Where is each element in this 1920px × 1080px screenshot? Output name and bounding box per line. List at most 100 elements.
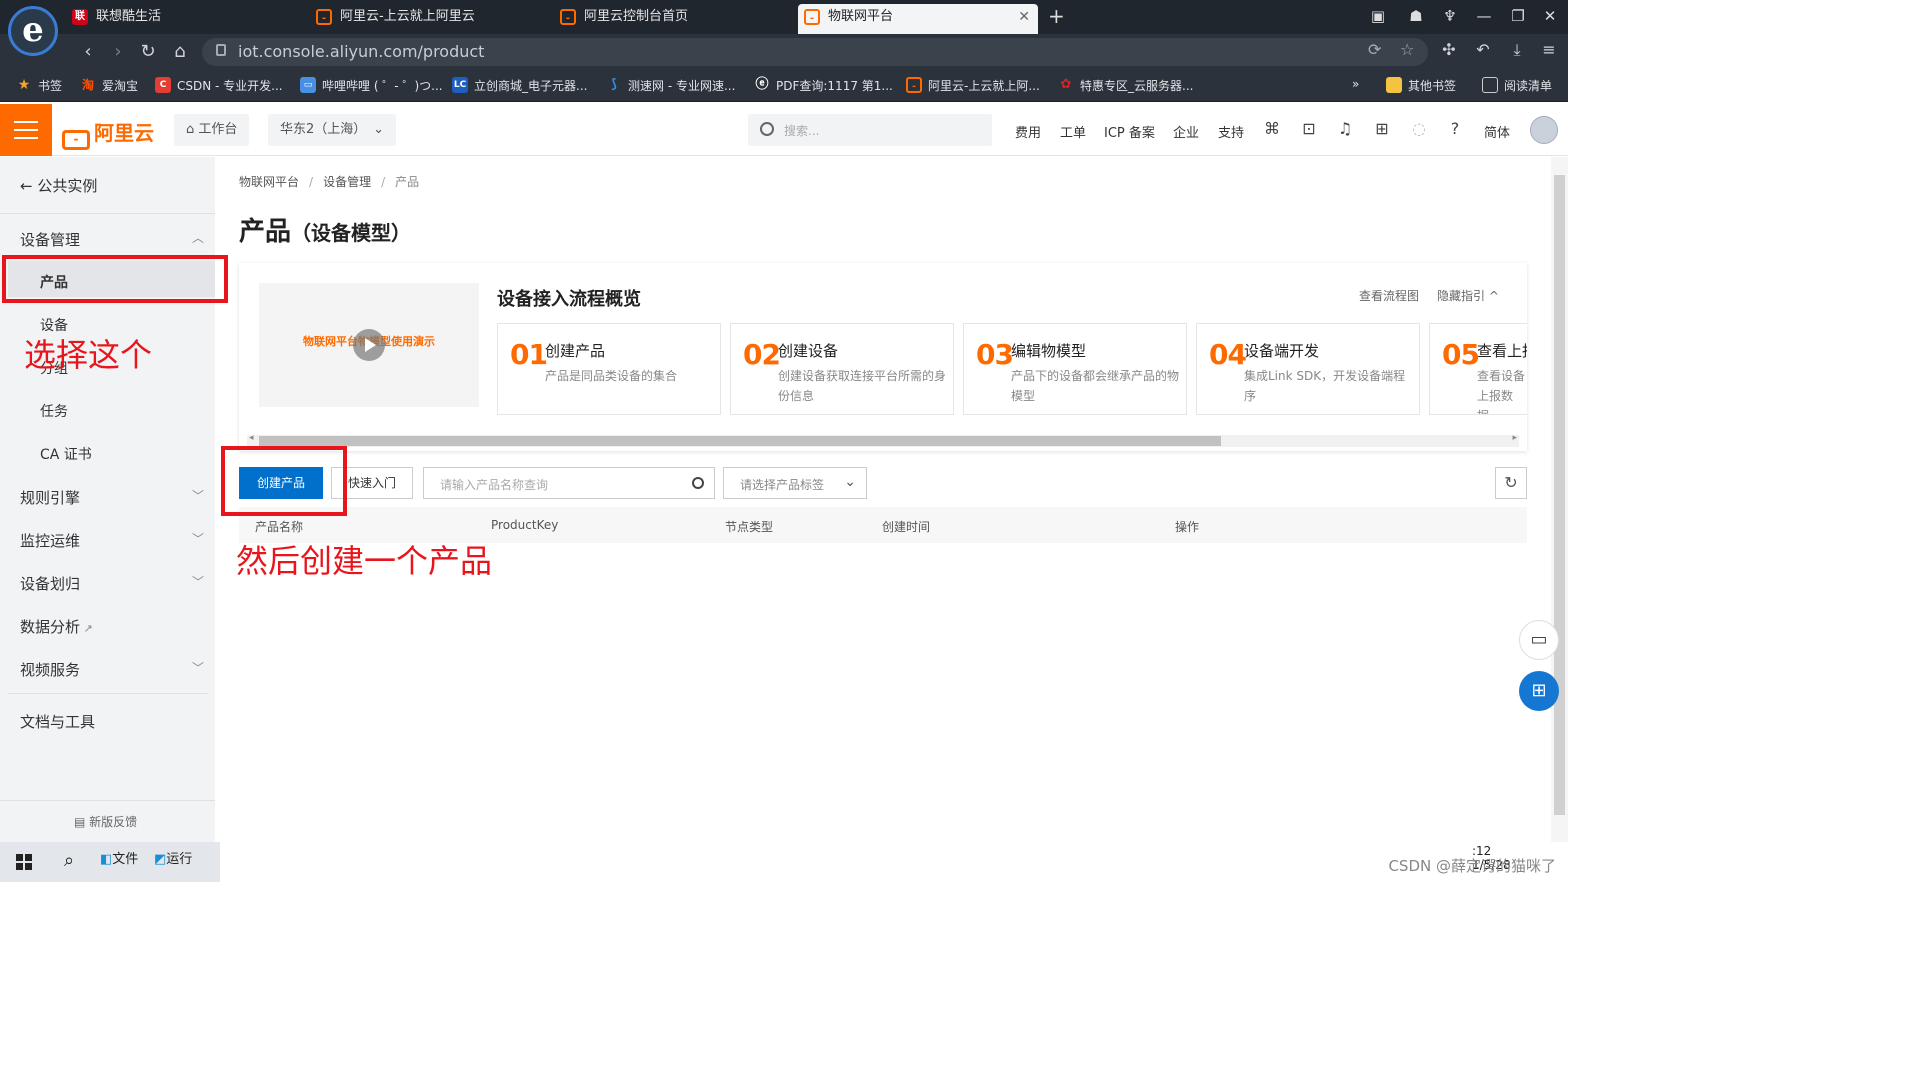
bookmark-item[interactable]: ✿ 特惠专区_云服务器... xyxy=(1058,77,1194,94)
breadcrumb-iot[interactable]: 物联网平台 xyxy=(239,175,299,189)
tab-aliyun-console[interactable]: - 阿里云控制台首页 xyxy=(554,4,794,34)
search-icon[interactable]: ⌕ xyxy=(64,850,74,871)
bookmark-item[interactable]: - 阿里云-上云就上阿... xyxy=(906,77,1040,94)
terminal-icon[interactable]: ⊡ xyxy=(1298,119,1320,138)
home-icon: ⌂ xyxy=(186,122,199,137)
bookmarks-overflow-icon[interactable]: » xyxy=(1352,77,1359,91)
top-link-enterprise[interactable]: 企业 xyxy=(1173,122,1199,141)
top-link-billing[interactable]: 费用 xyxy=(1015,122,1041,141)
demo-video[interactable]: 物联网平台物模型使用演示 xyxy=(259,283,479,407)
horizontal-scrollbar[interactable]: ◂ ▸ xyxy=(247,433,1519,447)
sidebar-group-analytics[interactable]: 数据分析 ↗ xyxy=(20,616,93,637)
hide-guide-link[interactable]: 隐藏指引 ^ xyxy=(1437,287,1499,304)
bell-icon[interactable]: ♫ xyxy=(1334,119,1356,138)
undo-icon[interactable]: ↶ xyxy=(1470,40,1496,59)
play-icon[interactable] xyxy=(353,329,385,361)
menu-icon[interactable]: ≡ xyxy=(1536,40,1562,59)
close-icon[interactable]: ✕ xyxy=(1018,4,1030,30)
url-field[interactable]: iot.console.aliyun.com/product ⟳ ☆ xyxy=(202,38,1428,66)
chevron-down-icon[interactable]: ﹀ xyxy=(192,573,204,590)
scrollbar-thumb[interactable] xyxy=(1554,175,1565,815)
user-icon[interactable]: ☗ xyxy=(1404,4,1428,28)
api-icon[interactable]: ⌘ xyxy=(1261,119,1283,138)
bookmark-item[interactable]: ▭ 哔哩哔哩 ( ゜- ゜)つ... xyxy=(300,77,443,94)
sidebar-item-task[interactable]: 任务 xyxy=(40,401,68,421)
reading-list[interactable]: 阅读清单 xyxy=(1482,77,1552,94)
download-icon[interactable]: ⤓ xyxy=(1504,40,1530,60)
view-flowchart-link[interactable]: 查看流程图 xyxy=(1359,287,1419,304)
sidebar-group-monitoring[interactable]: 监控运维 xyxy=(20,530,80,551)
sidebar-group-device-assign[interactable]: 设备划归 xyxy=(20,573,80,594)
extension-icon[interactable]: ✣ xyxy=(1436,40,1462,59)
step-card[interactable]: 04 设备端开发 集成Link SDK，开发设备端程序 xyxy=(1196,323,1420,415)
top-link-support[interactable]: 支持 xyxy=(1218,122,1244,141)
taskbar-run[interactable]: ◩运行 xyxy=(154,848,192,867)
sidebar-docs-tools[interactable]: 文档与工具 xyxy=(20,711,95,732)
language-switch[interactable]: 简体 xyxy=(1484,122,1510,141)
scroll-right-icon[interactable]: ▸ xyxy=(1512,433,1517,443)
bookmark-item[interactable]: ★ 书签 xyxy=(16,77,62,94)
aliyun-logo[interactable]: - 阿里云 xyxy=(62,117,154,150)
sidebar-item-ca-cert[interactable]: CA 证书 xyxy=(40,444,92,464)
hamburger-menu-icon[interactable] xyxy=(0,104,52,156)
feedback-link[interactable]: ▤ 新版反馈 xyxy=(74,813,137,830)
browser-logo-icon[interactable]: e xyxy=(8,6,58,56)
star-icon[interactable]: ☆ xyxy=(1400,40,1414,59)
chevron-down-icon[interactable]: ﹀ xyxy=(192,659,204,676)
step-card[interactable]: 01 创建产品 产品是同品类设备的集合 xyxy=(497,323,721,415)
apps-grid-icon[interactable]: ⊞ xyxy=(1519,671,1559,711)
bulb-icon[interactable]: ◌ xyxy=(1408,119,1430,138)
forward-icon[interactable]: › xyxy=(106,40,130,64)
scroll-left-icon[interactable]: ◂ xyxy=(249,433,254,443)
step-card[interactable]: 02 创建设备 创建设备获取连接平台所需的身份信息 xyxy=(730,323,954,415)
step-card[interactable]: 03 编辑物模型 产品下的设备都会继承产品的物模型 xyxy=(963,323,1187,415)
console-search-input[interactable]: 搜索... xyxy=(748,114,992,146)
sidebar-group-rules[interactable]: 规则引擎 xyxy=(20,487,80,508)
sidebar-group-device-management[interactable]: 设备管理 xyxy=(20,229,80,250)
bookmark-item[interactable]: ⓔ PDF查询:1117 第1... xyxy=(754,77,892,94)
bookmark-item[interactable]: LC 立创商城_电子元器... xyxy=(452,77,587,94)
refresh-page-icon[interactable]: ⟳ xyxy=(1368,40,1381,59)
tab-aliyun-home[interactable]: - 阿里云-上云就上阿里云 xyxy=(310,4,550,34)
chevron-down-icon[interactable]: ﹀ xyxy=(192,487,204,504)
tab-count-icon[interactable]: ▣ xyxy=(1366,4,1390,28)
avatar[interactable] xyxy=(1530,116,1558,144)
taskbar-file[interactable]: ◧文件 xyxy=(100,848,138,867)
tab-lenovo[interactable]: 联 联想酷生活 xyxy=(66,4,306,34)
product-search-input[interactable]: 请输入产品名称查询 xyxy=(423,467,715,499)
bookmark-item[interactable]: C CSDN - 专业开发... xyxy=(155,77,283,94)
bookmark-item[interactable]: ⟆ 测速网 - 专业网速... xyxy=(606,77,735,94)
workbench-button[interactable]: ⌂ 工作台 xyxy=(174,114,250,146)
minimize-icon[interactable]: — xyxy=(1472,4,1496,28)
csdn-icon: C xyxy=(155,77,171,93)
top-link-icp[interactable]: ICP 备案 xyxy=(1104,122,1155,141)
refresh-icon[interactable]: ↻ xyxy=(1495,467,1527,499)
tab-iot-platform[interactable]: - 物联网平台 ✕ xyxy=(798,4,1038,34)
back-icon[interactable]: ‹ xyxy=(76,40,100,64)
scrollbar-thumb[interactable] xyxy=(259,436,1221,446)
bookmark-folder[interactable]: 其他书签 xyxy=(1386,77,1456,94)
back-to-public-instance[interactable]: ← 公共实例 xyxy=(20,175,97,196)
region-select[interactable]: 华东2（上海） ⌄ xyxy=(268,114,396,146)
cart-icon[interactable]: ⊞ xyxy=(1371,119,1393,138)
chevron-up-icon[interactable]: ︿ xyxy=(192,229,204,246)
annotation-then-create: 然后创建一个产品 xyxy=(236,542,493,580)
chevron-down-icon[interactable]: ﹀ xyxy=(192,530,204,547)
window-close-icon[interactable]: ✕ xyxy=(1538,4,1562,28)
windows-start-icon[interactable] xyxy=(16,854,32,870)
product-tag-select[interactable]: 请选择产品标签 ⌄ xyxy=(723,467,867,499)
search-icon[interactable] xyxy=(692,477,704,489)
reload-icon[interactable]: ↻ xyxy=(136,40,160,64)
sidebar-group-video[interactable]: 视频服务 xyxy=(20,659,80,680)
bookmark-item[interactable]: 淘爱淘宝 xyxy=(80,77,138,94)
breadcrumb-device-mgmt[interactable]: 设备管理 xyxy=(323,175,371,189)
new-tab-icon[interactable]: + xyxy=(1048,4,1065,28)
step-card[interactable]: 05 查看上报 查看设备上报数据，SDK，开 xyxy=(1429,323,1527,415)
help-icon[interactable]: ? xyxy=(1444,119,1466,138)
skin-icon[interactable]: ♆ xyxy=(1438,4,1462,28)
home-icon[interactable]: ⌂ xyxy=(168,40,192,64)
top-link-ticket[interactable]: 工单 xyxy=(1060,122,1086,141)
vertical-scrollbar[interactable] xyxy=(1551,157,1568,842)
restore-icon[interactable]: ❐ xyxy=(1506,4,1530,28)
chat-icon[interactable]: ▭ xyxy=(1519,620,1559,660)
